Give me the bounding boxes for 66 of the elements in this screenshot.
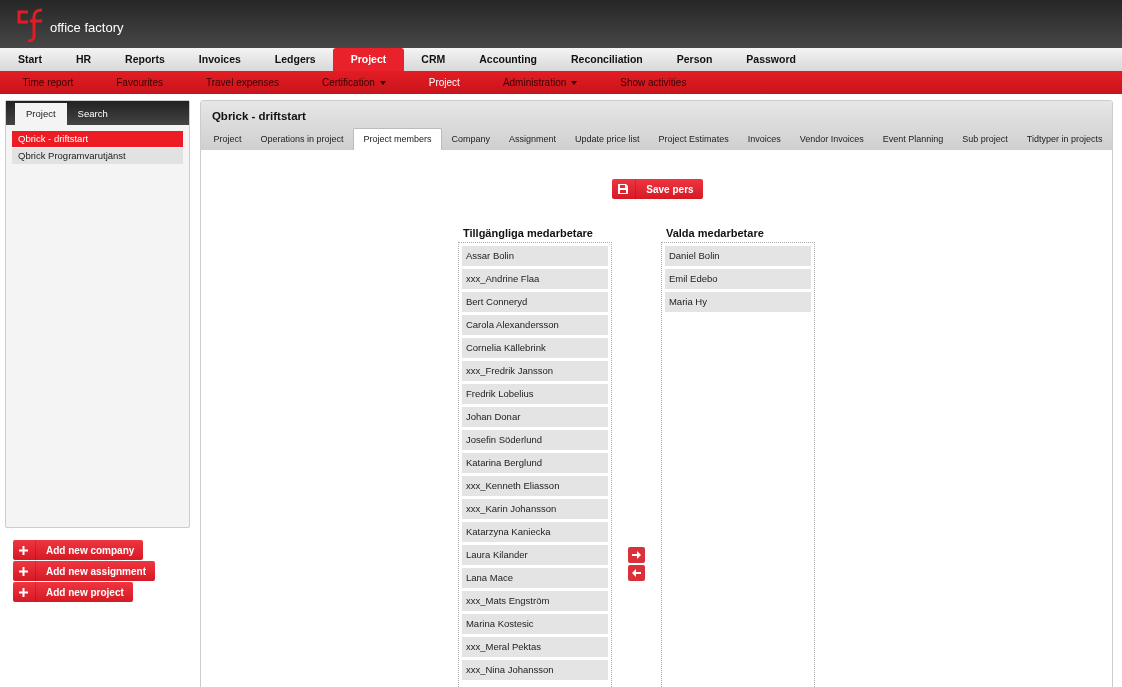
move-right-button[interactable] (627, 547, 645, 563)
employee-item[interactable]: xxx_Fredrik Jansson (461, 361, 608, 381)
panel-title: Qbrick - driftstart (210, 109, 307, 124)
employee-item[interactable]: Marina Kostesic (461, 614, 608, 634)
main-nav-tab[interactable]: Password (729, 48, 813, 71)
plus-icon (19, 587, 28, 597)
main-nav-tab[interactable]: Invoices (181, 48, 258, 71)
employee-item[interactable]: Lana Mace (461, 568, 608, 588)
plus-icon (19, 545, 28, 555)
employee-item[interactable]: Johan Donar (461, 407, 608, 427)
panel-tab[interactable]: Assignment (499, 129, 566, 150)
panel-tab[interactable]: Project Estimates (649, 129, 739, 150)
move-left-button[interactable] (627, 565, 645, 581)
panel-tab[interactable]: Event Planning (873, 129, 953, 150)
employee-item[interactable]: xxx_Meral Pektas (461, 637, 608, 657)
employee-item[interactable]: Katarzyna Kaniecka (461, 522, 608, 542)
employee-item[interactable]: xxx_Andrine Flaa (461, 269, 608, 289)
save-button[interactable]: Save pers (612, 179, 703, 199)
employee-item[interactable]: xxx_Karin Johansson (461, 499, 608, 519)
panel-tab[interactable]: Invoices (738, 129, 791, 150)
employee-item[interactable]: Fredrik Lobelius (461, 384, 608, 404)
main-nav-tab[interactable]: Ledgers (257, 48, 333, 71)
panel-tab[interactable]: Project members (353, 128, 442, 150)
employee-item[interactable]: xxx_Nina Johansson (461, 660, 608, 680)
employee-item[interactable]: Assar Bolin (461, 246, 608, 266)
plus-icon (19, 566, 28, 576)
employee-item[interactable]: Daniel Bolin (664, 246, 811, 266)
employee-item[interactable]: Emil Edebo (664, 269, 811, 289)
main-nav-tab[interactable]: Reports (108, 48, 182, 71)
sidebar-tab[interactable]: Search (66, 103, 119, 125)
employee-item[interactable]: Maria Hy (664, 292, 811, 312)
sub-nav-item[interactable]: Project (407, 71, 482, 94)
panel-tab[interactable]: Update price list (565, 129, 650, 150)
employee-item[interactable]: Laura Kilander (461, 545, 608, 565)
add-button[interactable]: Add new project (13, 582, 133, 602)
employee-item[interactable]: Josefin Söderlund (461, 430, 608, 450)
logo-text: office factory (50, 19, 124, 35)
panel-tab[interactable]: Project (203, 129, 251, 150)
project-item[interactable]: Qbrick - driftstart (12, 131, 183, 147)
arrow-right-icon (631, 551, 641, 559)
main-nav-tab[interactable]: Start (1, 48, 59, 71)
employee-item[interactable]: Carola Alexandersson (461, 315, 608, 335)
employee-item[interactable]: xxx_Mats Engström (461, 591, 608, 611)
panel-tab[interactable]: Sub project (952, 129, 1018, 150)
employee-item[interactable]: Bert Conneryd (461, 292, 608, 312)
main-nav-tab[interactable]: CRM (404, 48, 463, 71)
list-heading: Tillgängliga medarbetare (461, 227, 594, 241)
add-button[interactable]: Add new company (13, 540, 144, 560)
add-button[interactable]: Add new assignment (13, 561, 155, 581)
main-nav-tab[interactable]: Accounting (462, 48, 554, 71)
panel-tab[interactable]: Company (442, 129, 500, 150)
employee-item[interactable]: Cornelia Källebrink (461, 338, 608, 358)
project-item[interactable]: Qbrick Programvarutjänst (12, 148, 183, 164)
panel-tab[interactable]: Tidtyper in projects (1017, 129, 1112, 150)
main-nav-tab[interactable]: HR (58, 48, 109, 71)
main-nav-tab[interactable]: Reconciliation (553, 48, 660, 71)
employee-item[interactable]: Katarina Berglund (461, 453, 608, 473)
panel-tab[interactable]: Vendor Invoices (790, 129, 874, 150)
main-nav-tab[interactable]: Person (659, 48, 730, 71)
panel-tab[interactable]: Operations in project (250, 129, 353, 150)
arrow-left-icon (631, 569, 641, 577)
employee-item[interactable]: xxx_Kenneth Eliasson (461, 476, 608, 496)
save-icon (618, 184, 629, 194)
list-heading: Valda medarbetare (664, 227, 765, 241)
sidebar-tab[interactable]: Project (15, 103, 67, 125)
main-nav-tab[interactable]: Project (332, 48, 405, 71)
